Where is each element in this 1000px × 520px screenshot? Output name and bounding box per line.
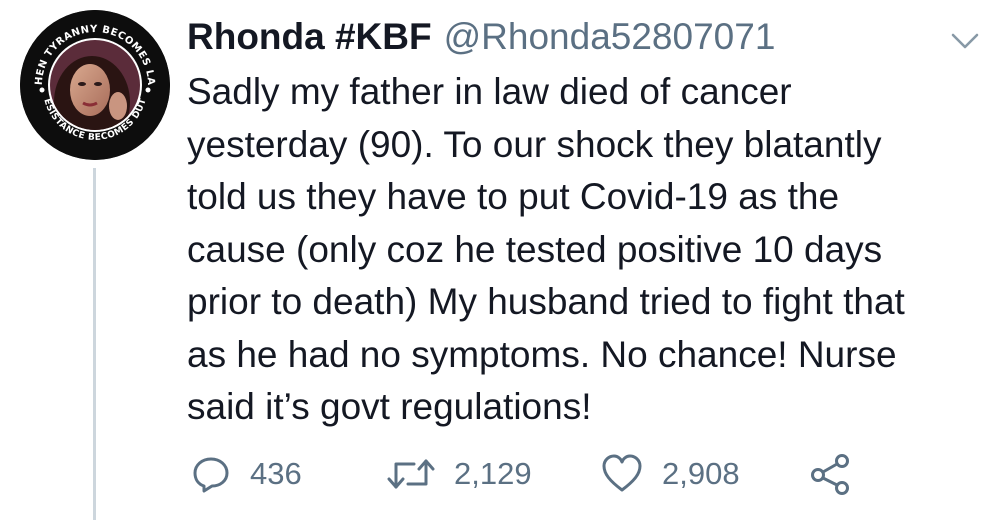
tweet: WHEN TYRANNY BECOMES LAW RESISTANCE BECO…	[0, 0, 1000, 520]
like-button[interactable]: 2,908	[600, 452, 740, 496]
tweet-text-line: said it’s govt regulations!	[187, 386, 592, 427]
display-name[interactable]: Rhonda #KBF	[187, 16, 432, 58]
tweet-text-line: Sadly my father in law died of cancer	[187, 71, 792, 112]
reply-button[interactable]: 436	[190, 452, 302, 496]
retweet-icon	[387, 459, 435, 489]
tweet-header: Rhonda #KBF @Rhonda52807071	[187, 16, 775, 60]
share-button[interactable]	[808, 452, 854, 496]
chevron-down-icon	[951, 33, 979, 49]
tweet-text-line: cause (only coz he tested positive 10 da…	[187, 228, 883, 270]
heart-icon	[602, 454, 642, 492]
reply-icon	[193, 457, 229, 493]
avatar-column: WHEN TYRANNY BECOMES LAW RESISTANCE BECO…	[20, 10, 170, 520]
like-count: 2,908	[662, 456, 740, 491]
retweet-count: 2,129	[454, 456, 532, 491]
retweet-button[interactable]: 2,129	[386, 452, 532, 496]
tweet-text-line: told us they have to put Covid-19 as the	[187, 176, 840, 217]
avatar-image: WHEN TYRANNY BECOMES LAW RESISTANCE BECO…	[20, 10, 170, 160]
tweet-text-line: yesterday (90). To our shock they blatan…	[187, 123, 882, 165]
tweet-text: Sadly my father in law died of cancer ye…	[187, 66, 977, 434]
user-handle[interactable]: @Rhonda52807071	[444, 16, 776, 58]
tweet-text-line: prior to death) My husband tried to figh…	[187, 281, 905, 322]
tweet-actions: 436 2,129 2,908	[190, 452, 890, 496]
share-icon	[811, 454, 849, 495]
avatar[interactable]: WHEN TYRANNY BECOMES LAW RESISTANCE BECO…	[20, 10, 170, 160]
thread-line	[93, 168, 96, 520]
tweet-menu-button[interactable]	[950, 30, 980, 52]
reply-count: 436	[250, 456, 302, 491]
tweet-text-line: as he had no symptoms. No chance! Nurse	[187, 333, 897, 375]
